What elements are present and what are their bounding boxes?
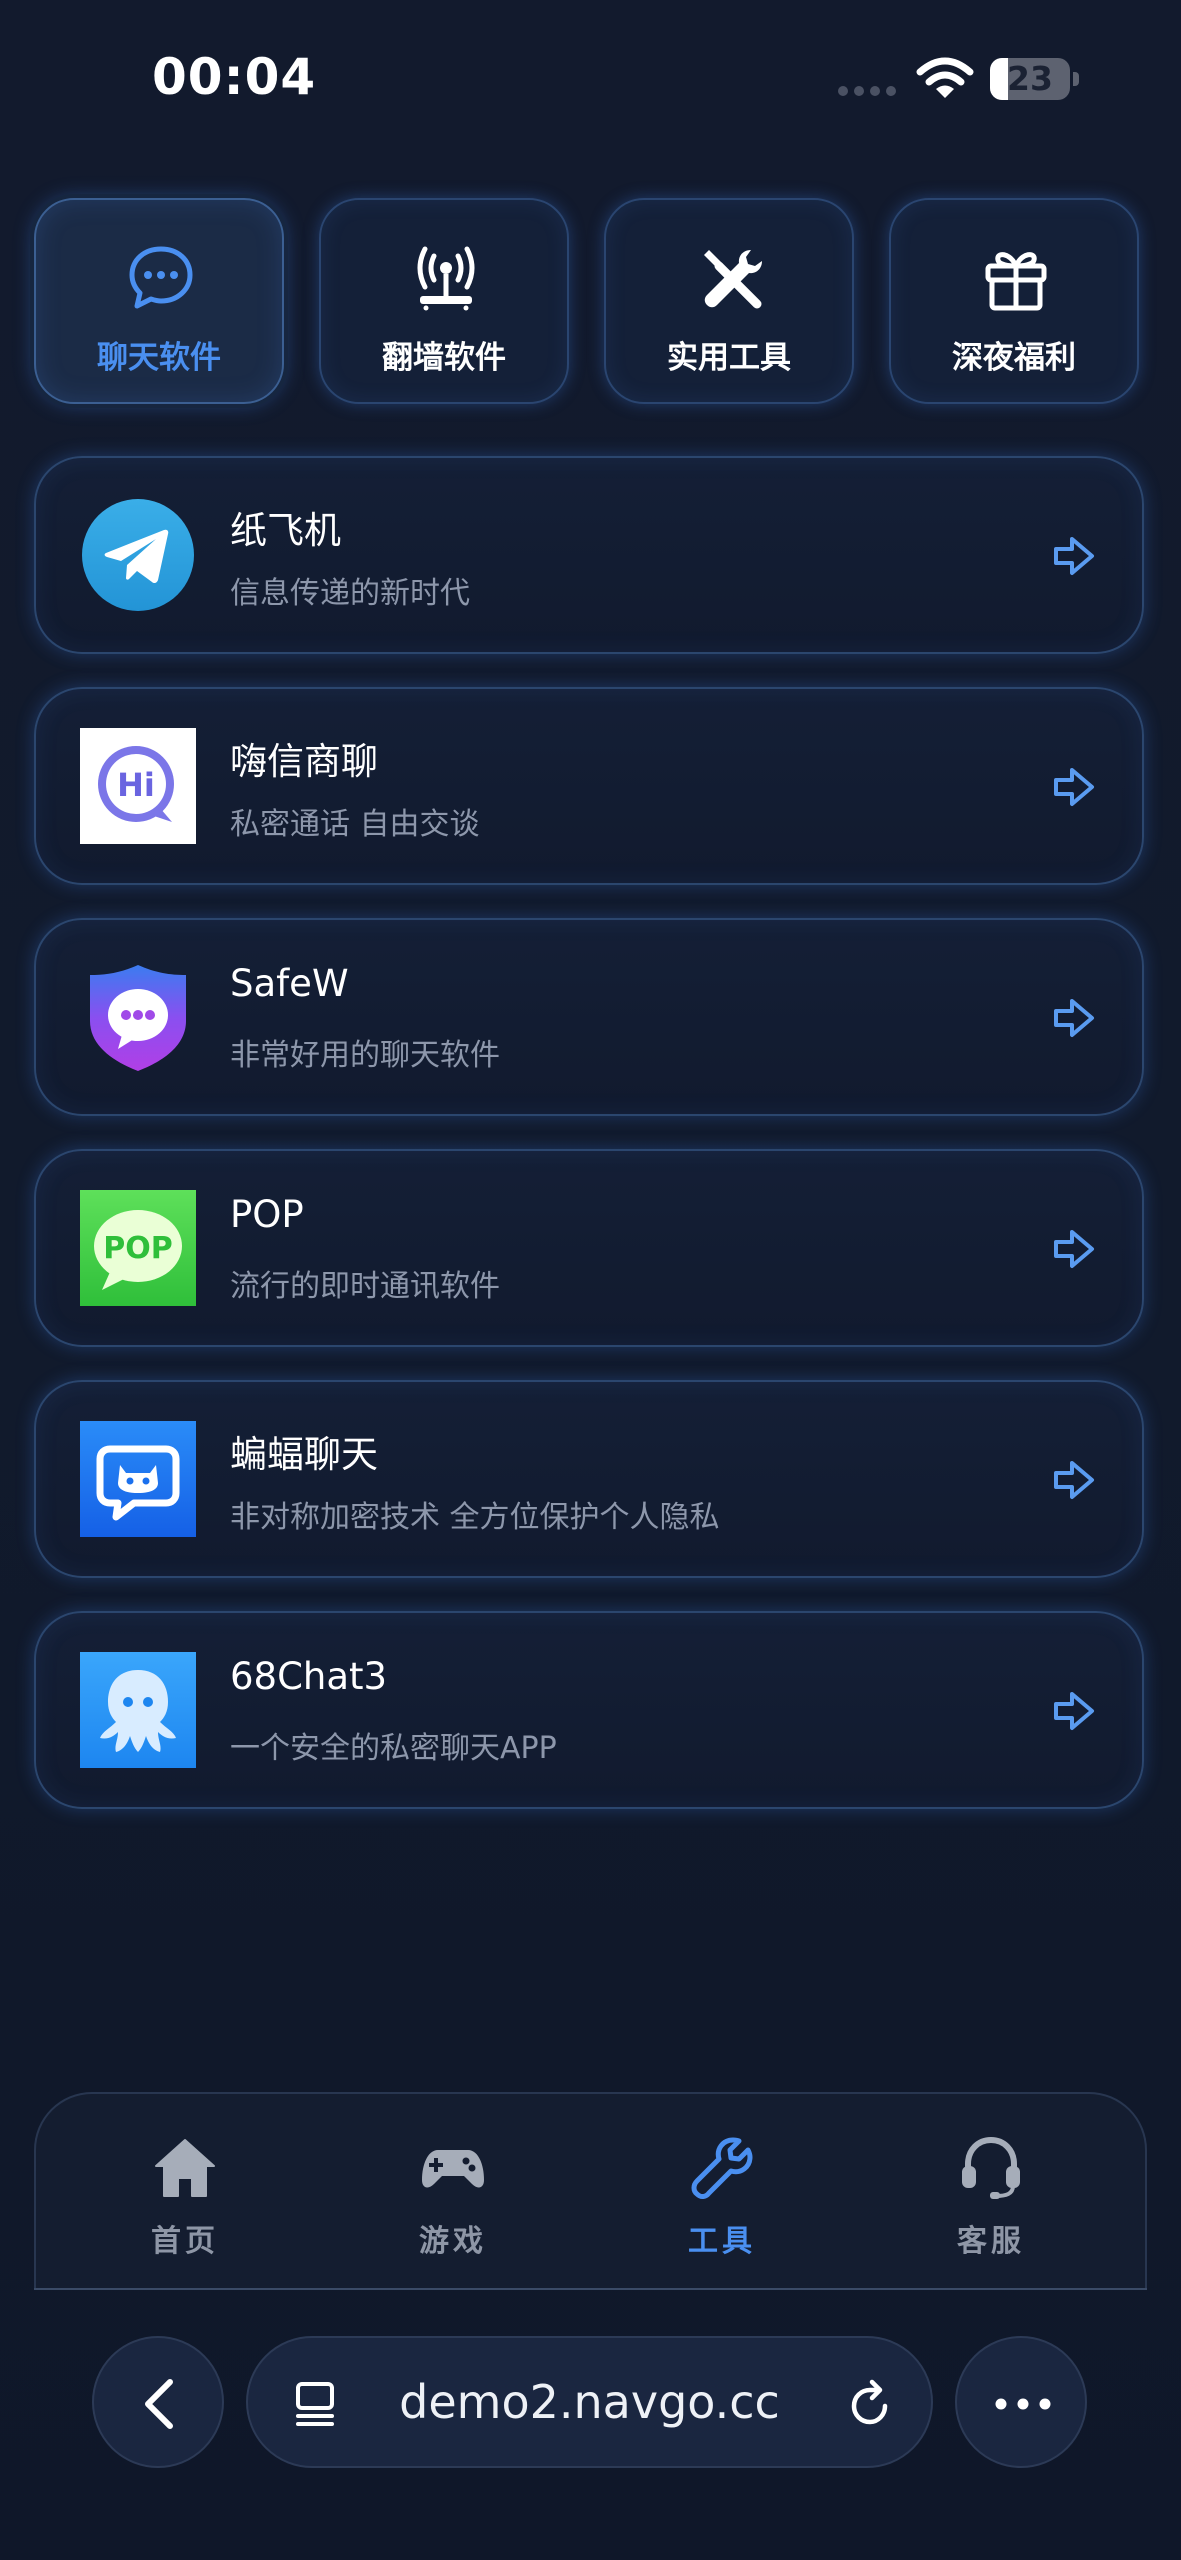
home-icon [155,2139,215,2197]
app-card-safew[interactable]: SafeW 非常好用的聊天软件 [34,918,1144,1116]
arrow-right-icon[interactable] [1052,1458,1096,1502]
arrow-right-icon[interactable] [1052,1227,1096,1271]
signal-dots-icon [838,86,900,98]
app-description: 流行的即时通讯软件 [230,1269,500,1304]
nav-label: 首页 [151,2224,219,2259]
tab-label: 聊天软件 [97,340,221,376]
app-card-hi-chat[interactable]: Hi 嗨信商聊 私密通话 自由交谈 [34,687,1144,885]
app-description: 非对称加密技术 全方位保护个人隐私 [230,1500,720,1535]
nav-tools[interactable]: 工具 [652,2134,792,2264]
wifi-icon [916,57,974,98]
more-dots-icon [995,2398,1051,2410]
tab-utility-tools[interactable]: 实用工具 [604,198,854,404]
nav-label: 工具 [688,2224,756,2259]
app-card-pop[interactable]: POP POP 流行的即时通讯软件 [34,1149,1144,1347]
app-name: 68Chat3 [230,1655,388,1698]
wrench-icon [691,2137,753,2199]
tab-chat-software[interactable]: 聊天软件 [34,198,284,404]
arrow-right-icon[interactable] [1052,534,1096,578]
antenna-icon [417,246,475,311]
nav-support[interactable]: 客服 [921,2134,1061,2264]
arrow-right-icon[interactable] [1052,1689,1096,1733]
telegram-icon [82,499,194,611]
browser-more-button[interactable] [955,2336,1087,2468]
tab-label: 翻墙软件 [382,340,506,376]
gamepad-icon [422,2150,484,2188]
status-time: 00:04 [152,48,317,106]
browser-back-button[interactable] [92,2336,224,2468]
app-description: 信息传递的新时代 [230,576,470,611]
tab-vpn-software[interactable]: 翻墙软件 [319,198,569,404]
back-chevron-icon [145,2379,173,2429]
app-name: SafeW [230,962,349,1005]
app-name: 蝙蝠聊天 [230,1433,378,1476]
nav-label: 游戏 [419,2224,487,2259]
bat-chat-icon [80,1421,196,1537]
arrow-right-icon[interactable] [1052,996,1096,1040]
nav-label: 客服 [957,2224,1025,2259]
svg-text:Hi: Hi [117,766,155,804]
app-card-68chat3[interactable]: 68Chat3 一个安全的私密聊天APP [34,1611,1144,1809]
app-description: 一个安全的私密聊天APP [230,1731,557,1766]
app-page: 00:04 23 聊天软件 翻墙软件 实用工具 深夜福利 纸飞机 信息传递的新时… [0,0,1181,2560]
app-description: 私密通话 自由交谈 [230,807,480,842]
tools-icon [704,250,762,309]
tab-label: 实用工具 [667,340,791,376]
bottom-nav: 首页 游戏 工具 客服 [34,2092,1147,2290]
hi-chat-icon: Hi [80,728,196,844]
gift-icon [985,252,1047,311]
url-bar[interactable]: demo2.navgo.cc [246,2336,933,2468]
battery-level: 23 [1007,59,1053,98]
octopus-icon [80,1652,196,1768]
tab-label: 深夜福利 [952,340,1076,376]
app-card-bat-chat[interactable]: 蝙蝠聊天 非对称加密技术 全方位保护个人隐私 [34,1380,1144,1578]
app-description: 非常好用的聊天软件 [230,1038,500,1073]
tab-late-night-perks[interactable]: 深夜福利 [889,198,1139,404]
app-name: 嗨信商聊 [230,740,378,783]
app-name: 纸飞机 [230,509,341,552]
headset-icon [962,2136,1020,2199]
url-text: demo2.navgo.cc [399,2375,780,2429]
pop-icon: POP [80,1190,196,1306]
reload-icon[interactable] [845,2378,895,2428]
app-name: POP [230,1193,304,1236]
nav-games[interactable]: 游戏 [383,2134,523,2264]
battery-icon: 23 [990,58,1080,102]
arrow-right-icon[interactable] [1052,765,1096,809]
safew-shield-icon [90,965,186,1071]
nav-divider [34,2288,1147,2290]
status-bar: 00:04 23 [0,0,1181,150]
svg-text:POP: POP [103,1231,172,1266]
app-card-telegram[interactable]: 纸飞机 信息传递的新时代 [34,456,1144,654]
chat-bubble-icon [129,246,193,309]
nav-home[interactable]: 首页 [115,2134,255,2264]
